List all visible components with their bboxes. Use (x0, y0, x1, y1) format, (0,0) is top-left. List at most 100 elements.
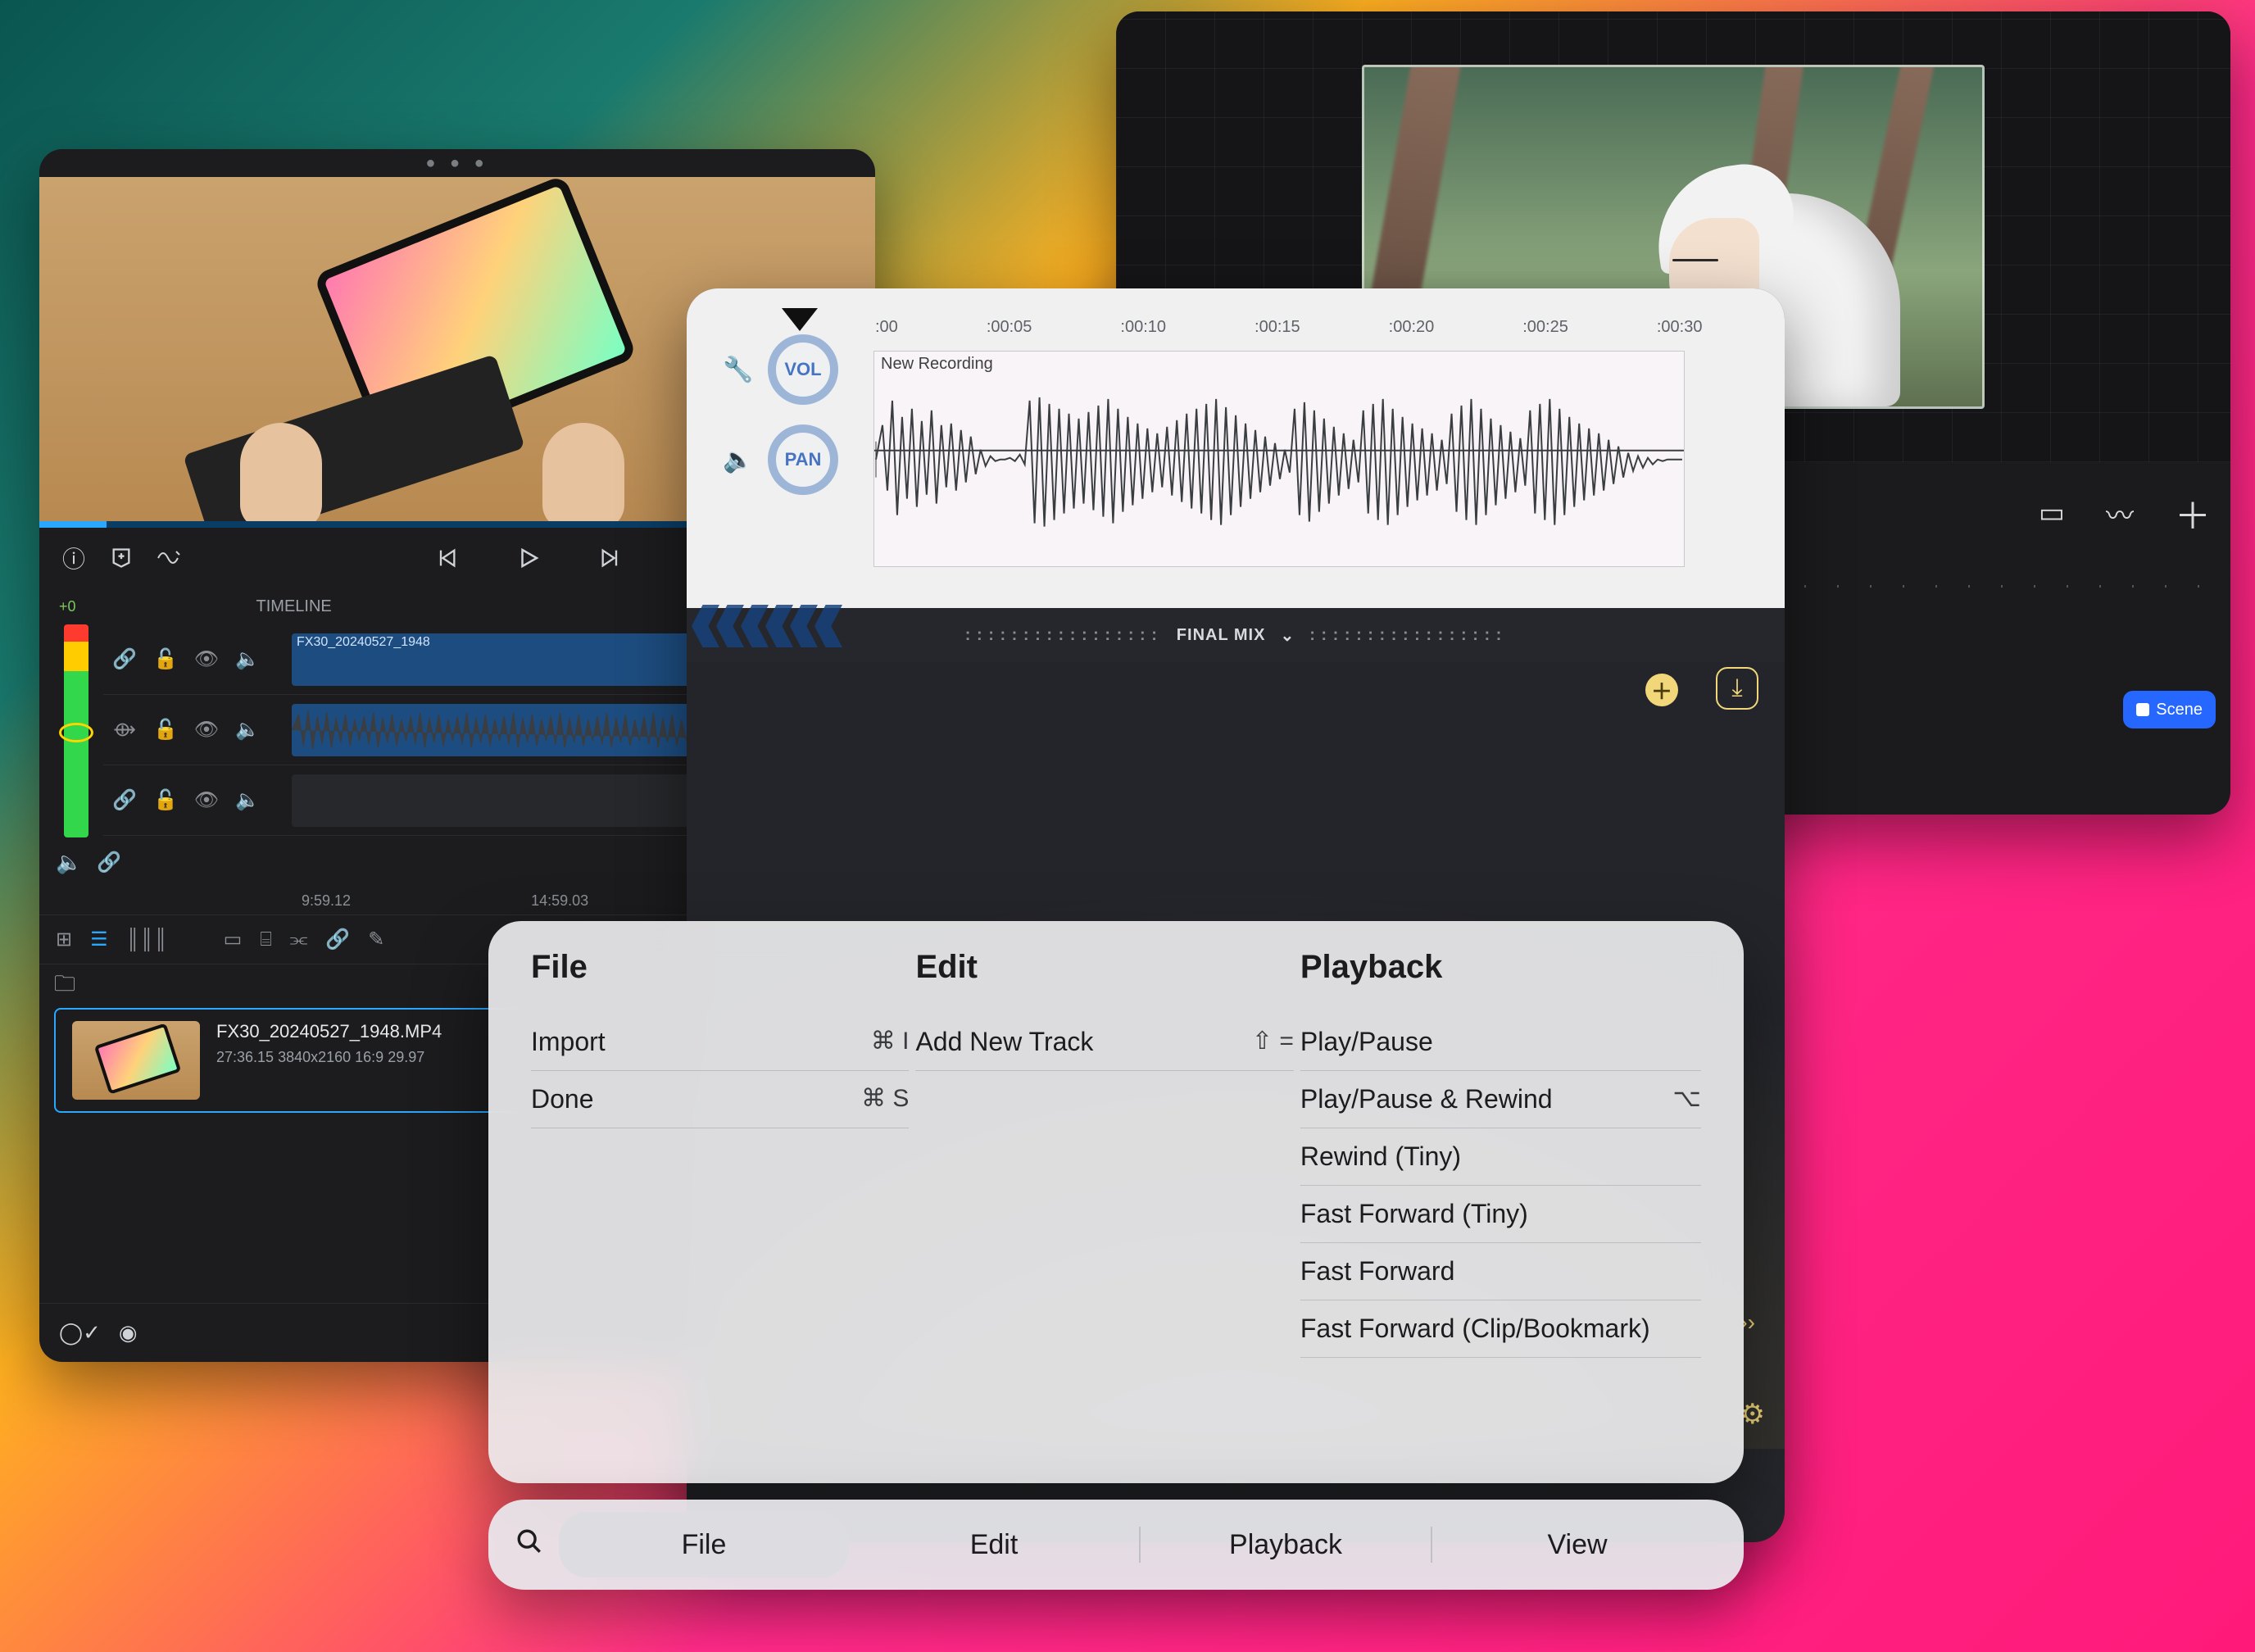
audio-top-panel: 🔧 VOL 🔈 PAN :00 :00:05 :00:10 :00:15 :00… (687, 288, 1785, 608)
info-icon[interactable]: ⓘ (57, 542, 90, 574)
menu-label: Fast Forward (Clip/Bookmark) (1300, 1314, 1650, 1344)
speaker-icon[interactable]: 🔈 (722, 443, 755, 476)
download-button[interactable]: ⤓ (1716, 667, 1758, 710)
track-list-icon[interactable]: ☰ (90, 928, 108, 951)
tool-icon[interactable]: ⫘ (290, 928, 308, 951)
segment-playback[interactable]: Playback (1141, 1512, 1431, 1577)
segment-view[interactable]: View (1432, 1512, 1722, 1577)
waveform-clip[interactable]: New Recording (873, 351, 1685, 567)
menu-shortcut: ⌘ S (861, 1084, 909, 1114)
ripple-icon[interactable] (152, 542, 185, 574)
final-mix-label: FINAL MIX (1177, 626, 1266, 645)
wrench-icon[interactable]: 🔧 (722, 353, 755, 386)
ruler-tick: 9:59.12 (302, 892, 351, 910)
add-icon[interactable]: ＋ (2175, 487, 2211, 539)
menu-heading-edit: Edit (915, 949, 1293, 986)
speaker-icon[interactable]: 🔈 (56, 850, 82, 875)
checkbox-icon (2136, 703, 2149, 716)
tool-icon[interactable]: ▭ (224, 928, 243, 951)
menu-item-ff-tiny[interactable]: Fast Forward (Tiny) (1300, 1186, 1701, 1243)
prev-icon[interactable] (430, 542, 463, 574)
ruler-tick: :00:05 (987, 318, 1032, 337)
waveform-icon[interactable]: ║║║ (126, 928, 168, 951)
eye-icon[interactable]: 👁 (193, 788, 220, 812)
play-icon[interactable] (512, 542, 545, 574)
add-track-button[interactable]: ＋ (1645, 674, 1678, 706)
segment-label: View (1547, 1529, 1607, 1561)
lock-icon[interactable]: 🔓 (152, 788, 179, 812)
menu-item-play-pause[interactable]: Play/Pause (1300, 1014, 1701, 1071)
menu-label: Play/Pause & Rewind (1300, 1084, 1553, 1114)
lock-icon[interactable]: 🔓 (152, 718, 179, 742)
menu-item-rewind-tiny[interactable]: Rewind (Tiny) (1300, 1128, 1701, 1186)
folder-icon[interactable]: 🗀 (54, 969, 75, 1005)
add-track-icon[interactable]: ⊞ (56, 928, 72, 951)
chip-label: Scene (2156, 701, 2203, 719)
window-grab-handle[interactable]: ● ● ● (39, 149, 875, 177)
menu-category-segment: File Edit Playback View (559, 1512, 1722, 1577)
scene-chip[interactable]: Scene (2123, 691, 2216, 728)
menu-item-import[interactable]: Import ⌘ I (531, 1014, 909, 1071)
chevron-down-icon[interactable]: ⌄ (1280, 625, 1295, 646)
search-icon[interactable] (510, 1527, 549, 1563)
clip-metadata: 27:36.15 3840x2160 16:9 29.97 (216, 1049, 442, 1066)
card-icon[interactable]: ▭ (2039, 497, 2065, 529)
segment-file[interactable]: File (559, 1512, 849, 1577)
timeline-label: TIMELINE (256, 597, 332, 616)
scroll-arrows-icon[interactable] (692, 605, 872, 647)
menu-shortcut: ⇧ = (1252, 1027, 1294, 1057)
menu-item-add-track[interactable]: Add New Track ⇧ = (915, 1014, 1293, 1071)
menu-heading-file: File (531, 949, 909, 986)
ruler-tick: :00:20 (1389, 318, 1435, 337)
ruler-tick: :00:25 (1522, 318, 1568, 337)
link-tool-icon[interactable]: 🔗 (325, 928, 350, 951)
menu-category-toolbar: File Edit Playback View (488, 1500, 1744, 1590)
menu-item-done[interactable]: Done ⌘ S (531, 1071, 909, 1128)
knob-label: VOL (784, 359, 821, 380)
pan-knob[interactable]: PAN (768, 424, 838, 495)
menu-label: Import (531, 1027, 606, 1057)
playhead-marker-icon[interactable] (782, 308, 818, 331)
tool-icon[interactable]: ⌸ (260, 928, 271, 951)
separator-dots: : : : : : : : : : : : : : : : : : : : : … (1309, 626, 1506, 645)
speaker-icon[interactable]: 🔈 (234, 718, 261, 742)
audio-meter (64, 624, 88, 837)
menu-item-fast-forward[interactable]: Fast Forward (1300, 1243, 1701, 1300)
eye-icon[interactable]: 👁 (193, 718, 220, 742)
menu-heading-playback: Playback (1300, 949, 1701, 986)
speaker-icon[interactable]: 🔈 (234, 788, 261, 812)
lock-icon[interactable]: 🔓 (152, 647, 179, 671)
keyboard-shortcuts-popover: File Import ⌘ I Done ⌘ S Edit Add New Tr… (488, 921, 1744, 1483)
knob-label: PAN (785, 449, 822, 470)
segment-label: Edit (970, 1529, 1019, 1561)
segment-edit[interactable]: Edit (849, 1512, 1139, 1577)
menu-item-play-pause-rewind[interactable]: Play/Pause & Rewind ⌥ (1300, 1071, 1701, 1128)
separator-dots: : : : : : : : : : : : : : : : : : : : : … (965, 626, 1162, 645)
cut-link-icon[interactable]: ⟴ (111, 718, 138, 742)
scribble-icon[interactable]: 〰︎ (2106, 493, 2134, 533)
marker-add-icon[interactable] (105, 542, 138, 574)
link-icon[interactable]: 🔗 (111, 647, 138, 671)
eye-icon[interactable]: 👁 (193, 647, 220, 671)
record-icon[interactable]: ◉ (119, 1320, 138, 1346)
next-icon[interactable] (594, 542, 627, 574)
link-icon[interactable]: 🔗 (97, 851, 121, 874)
speaker-icon[interactable]: 🔈 (234, 647, 261, 671)
menu-col-playback: Playback Play/Pause Play/Pause & Rewind … (1300, 949, 1701, 1447)
menu-col-edit: Edit Add New Track ⇧ = (915, 949, 1293, 1447)
volume-knob[interactable]: VOL (768, 334, 838, 405)
check-circle-icon[interactable]: ◯✓ (59, 1320, 101, 1346)
draw-tools: ▭ 〰︎ ＋ (2039, 487, 2211, 539)
link-icon[interactable]: 🔗 (111, 788, 138, 812)
segment-label: Playback (1229, 1529, 1342, 1561)
menu-label: Done (531, 1084, 594, 1114)
time-ruler[interactable]: :00 :00:05 :00:10 :00:15 :00:20 :00:25 :… (875, 318, 1752, 337)
menu-item-ff-clip[interactable]: Fast Forward (Clip/Bookmark) (1300, 1300, 1701, 1358)
menu-label: Play/Pause (1300, 1027, 1433, 1057)
clip-label: FX30_20240527_1948 (297, 635, 430, 650)
ruler-tick: :00:10 (1120, 318, 1166, 337)
segment-label: File (682, 1529, 727, 1561)
settings-gear-icon[interactable]: ⚙︎ (1740, 1398, 1765, 1431)
pencil-icon[interactable]: ✎ (368, 928, 384, 951)
ruler-tick: :00:30 (1657, 318, 1703, 337)
